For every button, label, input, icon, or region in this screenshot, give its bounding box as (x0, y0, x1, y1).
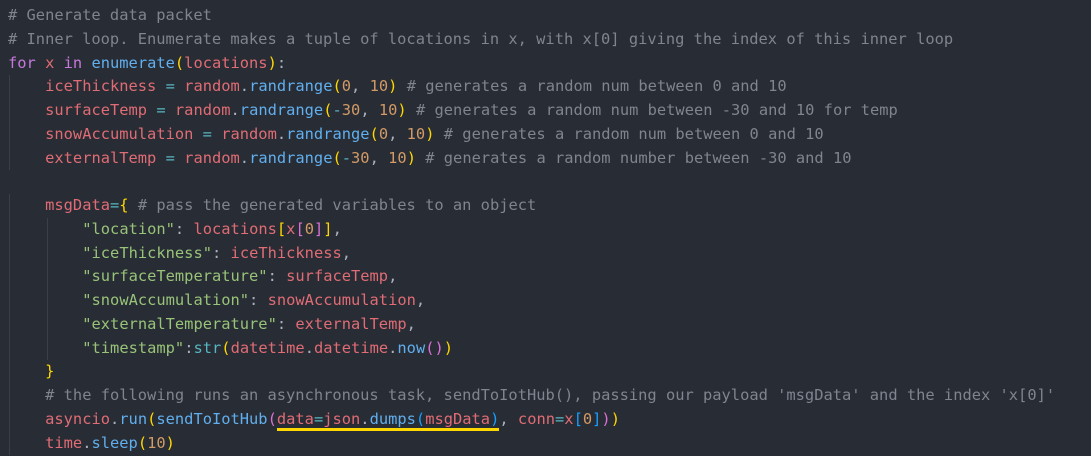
indent-guide (9, 146, 10, 171)
indent-guide (9, 75, 10, 99)
indent-guide (9, 407, 10, 432)
code-line[interactable]: # the following runs an asynchronous tas… (0, 384, 1091, 408)
code-line[interactable]: msgData={ # pass the generated variables… (0, 194, 1091, 218)
code-editor[interactable]: # Generate data packet # Inner loop. Enum… (0, 4, 1091, 456)
indent-guide (9, 360, 10, 384)
code-line[interactable] (0, 170, 1091, 194)
code-line[interactable]: # Generate data packet (0, 4, 1091, 28)
code-line[interactable]: surfaceTemp = random.randrange(-30, 10) … (0, 99, 1091, 123)
code-line[interactable]: "externalTemperature": externalTemp, (0, 312, 1091, 337)
indent-guide (9, 194, 10, 218)
indent-guide (9, 241, 10, 266)
code-line[interactable]: "surfaceTemperature": surfaceTemp, (0, 265, 1091, 289)
code-line[interactable]: time.sleep(10) (0, 431, 1091, 456)
indent-guide (9, 336, 10, 361)
code-line[interactable]: for x in enumerate(locations): (0, 52, 1091, 76)
code-line[interactable]: "snowAccumulation": snowAccumulation, (0, 289, 1091, 313)
indent-guide (9, 384, 10, 408)
indent-guide (47, 241, 48, 266)
indent-guide (9, 431, 10, 456)
code-line[interactable]: externalTemp = random.randrange(-30, 10)… (0, 146, 1091, 171)
code-line[interactable]: } (0, 360, 1091, 384)
indent-guide (9, 122, 10, 147)
indent-guide (9, 99, 10, 123)
indent-guide (47, 336, 48, 361)
code-line[interactable]: iceThickness = random.randrange(0, 10) #… (0, 75, 1091, 99)
code-line[interactable]: # Inner loop. Enumerate makes a tuple of… (0, 28, 1091, 52)
code-line[interactable]: "iceThickness": iceThickness, (0, 241, 1091, 266)
code-line[interactable]: snowAccumulation = random.randrange(0, 1… (0, 122, 1091, 147)
indent-guide (9, 312, 10, 337)
indent-guide (47, 217, 48, 242)
code-line[interactable]: "location": locations[x[0]], (0, 217, 1091, 242)
indent-guide (47, 312, 48, 337)
indent-guide (9, 217, 10, 242)
highlighted-argument: data=json.dumps(msgData) (276, 409, 500, 431)
code-line[interactable]: asyncio.run(sendToIotHub(data=json.dumps… (0, 407, 1091, 432)
code-line[interactable]: "timestamp":str(datetime.datetime.now()) (0, 336, 1091, 361)
indent-guide (47, 265, 48, 289)
indent-guide (9, 265, 10, 289)
indent-guide (9, 289, 10, 313)
indent-guide (47, 289, 48, 313)
